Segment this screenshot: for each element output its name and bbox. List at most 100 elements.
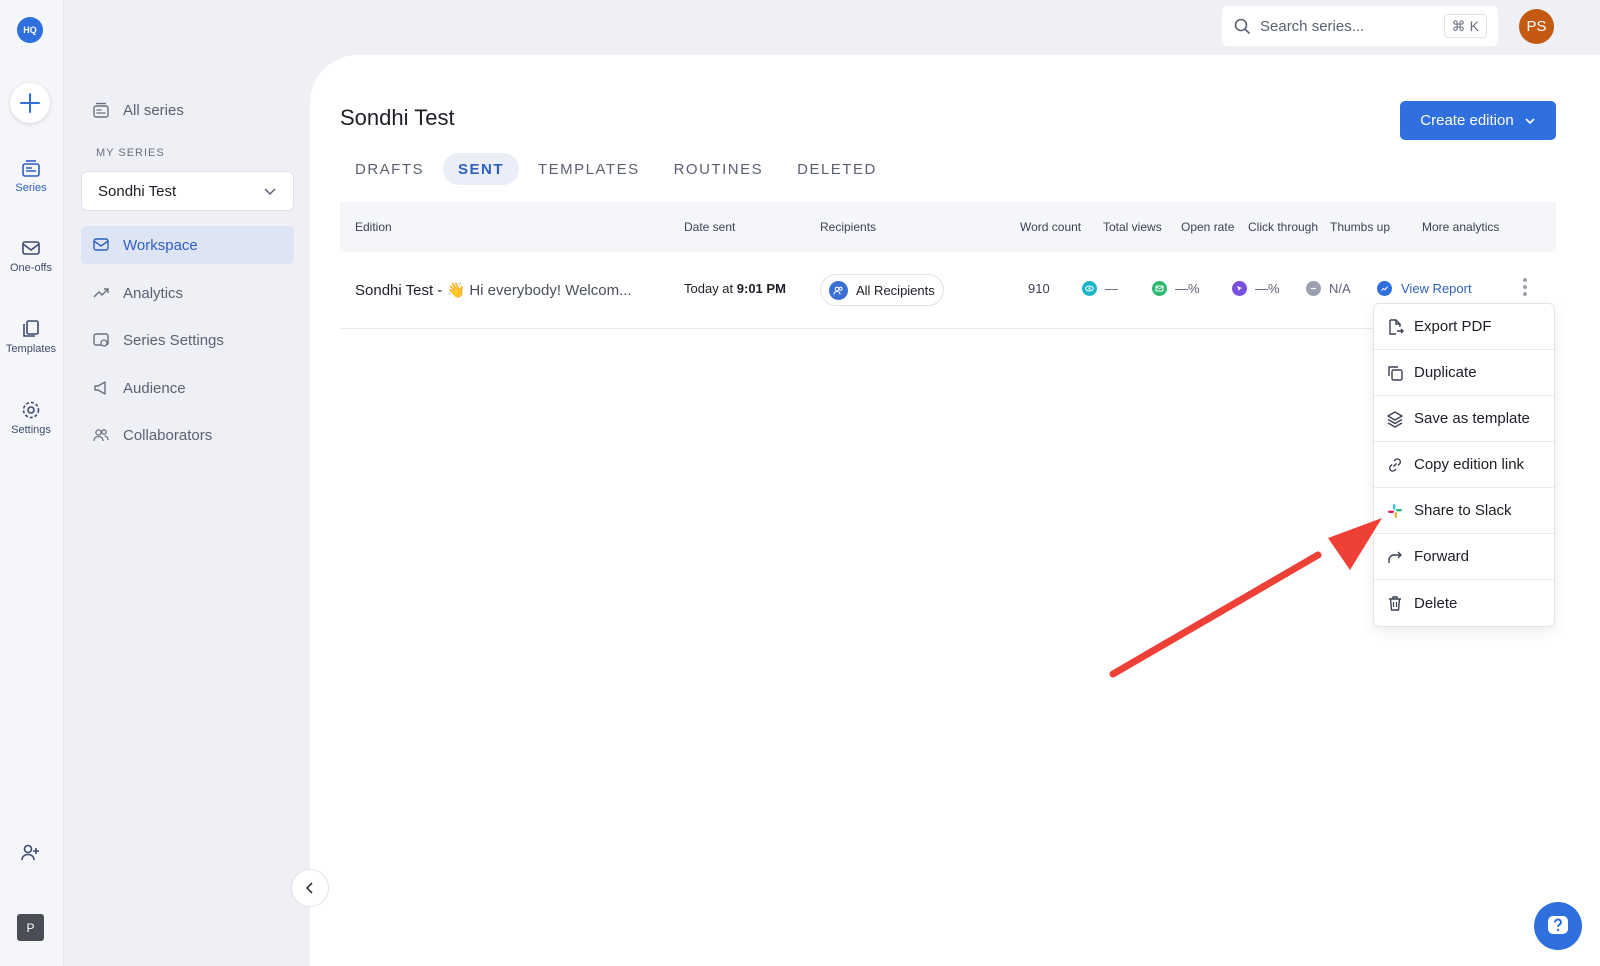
layers-icon bbox=[1387, 410, 1403, 428]
search-bar[interactable]: Search series... ⌘ K bbox=[1222, 6, 1498, 46]
chevron-left-icon bbox=[305, 882, 313, 894]
click-through: —% bbox=[1232, 281, 1280, 296]
copy-icon bbox=[1388, 365, 1403, 381]
column-header[interactable]: Edition bbox=[355, 220, 392, 234]
collapse-sidebar-button[interactable] bbox=[291, 869, 329, 907]
menu-item-share-to-slack[interactable]: Share to Slack bbox=[1374, 488, 1554, 534]
plus-icon bbox=[20, 93, 40, 113]
chat-icon bbox=[1548, 916, 1568, 934]
cursor-icon bbox=[1232, 281, 1247, 296]
help-chat-button[interactable] bbox=[1534, 902, 1582, 950]
menu-item-delete[interactable]: Delete bbox=[1374, 580, 1554, 626]
kebab-dot bbox=[1523, 285, 1527, 289]
edition-title[interactable]: Sondhi Test - 👋 Hi everybody! Welcom... bbox=[355, 281, 632, 299]
rail-item-label: Series bbox=[15, 182, 47, 194]
sidebar-item-label: Collaborators bbox=[123, 426, 213, 444]
command-key-icon: ⌘ bbox=[1451, 17, 1466, 34]
file-export-icon bbox=[1389, 318, 1404, 335]
search-shortcut: ⌘ K bbox=[1443, 14, 1487, 38]
rail-item-label: One-offs bbox=[10, 262, 52, 274]
column-header[interactable]: More analytics bbox=[1422, 220, 1499, 234]
series-sidebar: All series MY SERIES Sondhi Test Workspa… bbox=[65, 0, 310, 966]
user-avatar[interactable]: PS bbox=[1519, 9, 1554, 44]
create-new-button[interactable] bbox=[10, 83, 50, 123]
templates-icon bbox=[23, 320, 39, 337]
sidebar-item-label: Series Settings bbox=[123, 331, 224, 349]
table-header: Edition Date sent Recipients Word count … bbox=[340, 202, 1556, 252]
rail-item-templates[interactable]: Templates bbox=[0, 319, 62, 355]
search-icon bbox=[1234, 18, 1251, 34]
trend-icon bbox=[93, 288, 109, 298]
menu-item-save-as-template[interactable]: Save as template bbox=[1374, 396, 1554, 442]
forward-icon bbox=[1388, 551, 1402, 563]
tab-deleted[interactable]: DELETED bbox=[782, 153, 892, 185]
kebab-dot bbox=[1523, 292, 1527, 296]
workspace-avatar[interactable]: P bbox=[17, 914, 44, 941]
thumbs-up: N/A bbox=[1306, 281, 1351, 296]
settings-icon bbox=[22, 401, 40, 419]
minus-icon bbox=[1306, 281, 1321, 296]
sidebar-item-label: Audience bbox=[123, 379, 186, 397]
rail-item-series[interactable]: Series bbox=[0, 158, 62, 194]
series-icon bbox=[22, 160, 40, 177]
sidebar-item-collaborators[interactable]: Collaborators bbox=[81, 416, 294, 454]
tab-sent[interactable]: SENT bbox=[443, 153, 520, 185]
users-icon bbox=[93, 429, 109, 442]
date-sent: Today at 9:01 PM bbox=[684, 281, 786, 296]
sidebar-item-workspace[interactable]: Workspace bbox=[81, 226, 294, 264]
column-header[interactable]: Word count bbox=[1020, 220, 1081, 234]
column-header[interactable]: Open rate bbox=[1181, 220, 1234, 234]
envelope-icon bbox=[1152, 281, 1167, 296]
slack-icon bbox=[1388, 503, 1402, 518]
tab-routines[interactable]: ROUTINES bbox=[659, 153, 779, 185]
left-rail: HQ Series One-offs Templates Settings P bbox=[0, 0, 64, 966]
total-views: — bbox=[1082, 281, 1118, 296]
create-edition-button[interactable]: Create edition bbox=[1400, 101, 1556, 140]
column-header[interactable]: Total views bbox=[1103, 220, 1162, 234]
selected-series: Sondhi Test bbox=[98, 182, 177, 200]
link-icon bbox=[1389, 457, 1401, 472]
sidebar-item-all-series[interactable]: All series bbox=[81, 91, 294, 129]
trend-icon bbox=[1377, 281, 1392, 296]
tab-drafts[interactable]: DRAFTS bbox=[340, 153, 439, 185]
rail-item-label: Templates bbox=[5, 343, 57, 355]
kebab-dot bbox=[1523, 278, 1527, 282]
sidebar-item-label: Workspace bbox=[123, 236, 198, 254]
menu-item-export-pdf[interactable]: Export PDF bbox=[1374, 304, 1554, 350]
tab-templates[interactable]: TEMPLATES bbox=[523, 153, 655, 185]
app-logo[interactable]: HQ bbox=[17, 17, 43, 43]
search-input[interactable]: Search series... bbox=[1260, 18, 1364, 35]
edition-context-menu: Export PDF Duplicate Save as template Co… bbox=[1373, 303, 1555, 627]
sidebar-item-audience[interactable]: Audience bbox=[81, 369, 294, 407]
chevron-down-icon bbox=[264, 188, 276, 196]
view-report-link[interactable]: View Report bbox=[1377, 281, 1472, 296]
user-plus-icon bbox=[21, 844, 39, 861]
more-options-button[interactable] bbox=[1523, 278, 1527, 296]
menu-item-duplicate[interactable]: Duplicate bbox=[1374, 350, 1554, 396]
word-count: 910 bbox=[1028, 281, 1050, 296]
page-title: Sondhi Test bbox=[340, 105, 455, 130]
sidebar-item-label: Analytics bbox=[123, 284, 184, 302]
waving-hand-icon: 👋 bbox=[446, 282, 466, 299]
users-icon bbox=[829, 280, 848, 300]
recipients-badge[interactable]: All Recipients bbox=[820, 274, 944, 306]
menu-item-forward[interactable]: Forward bbox=[1374, 534, 1554, 580]
sidebar-item-analytics[interactable]: Analytics bbox=[81, 274, 294, 312]
rail-item-settings[interactable]: Settings bbox=[0, 400, 62, 436]
column-header[interactable]: Date sent bbox=[684, 220, 735, 234]
rail-item-one-offs[interactable]: One-offs bbox=[0, 238, 62, 274]
series-icon bbox=[93, 102, 109, 118]
chevron-down-icon bbox=[1525, 117, 1535, 124]
edition-tabs: DRAFTS SENT TEMPLATES ROUTINES DELETED bbox=[340, 153, 892, 185]
column-header[interactable]: Recipients bbox=[820, 220, 876, 234]
one-offs-icon bbox=[22, 241, 40, 255]
open-rate: —% bbox=[1152, 281, 1200, 296]
sidebar-item-series-settings[interactable]: Series Settings bbox=[81, 321, 294, 359]
column-header[interactable]: Click through bbox=[1248, 220, 1318, 234]
column-header[interactable]: Thumbs up bbox=[1330, 220, 1390, 234]
sidebar-item-label: All series bbox=[123, 101, 184, 119]
invite-user-button[interactable] bbox=[20, 843, 40, 868]
series-settings-icon bbox=[93, 333, 109, 347]
series-select[interactable]: Sondhi Test bbox=[81, 171, 294, 211]
menu-item-copy-edition-link[interactable]: Copy edition link bbox=[1374, 442, 1554, 488]
